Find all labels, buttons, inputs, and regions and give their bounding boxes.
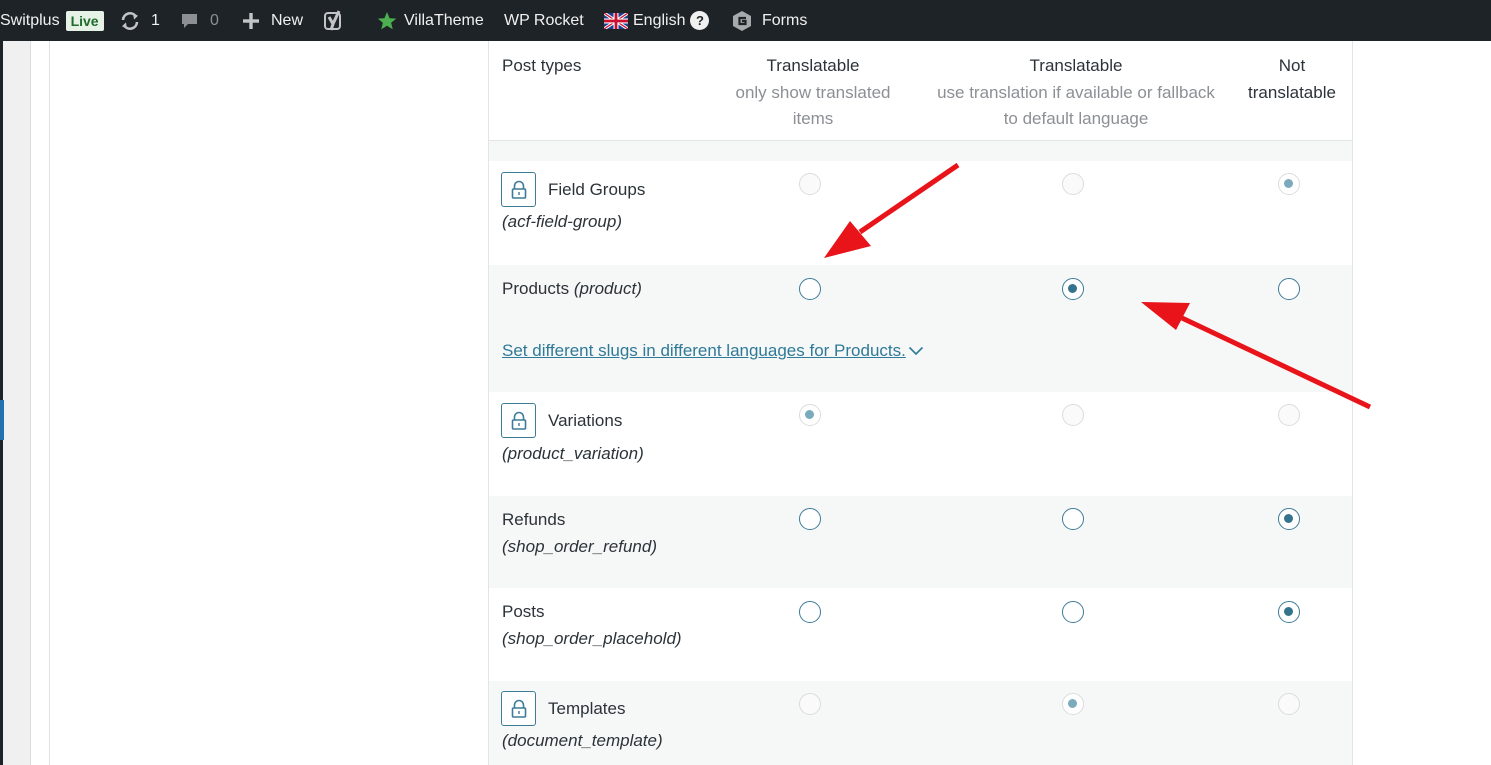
post-type-name: Templates <box>548 699 626 718</box>
slug-translation-link[interactable]: Set different slugs in different languag… <box>502 341 924 361</box>
comments-count: 0 <box>210 11 219 29</box>
comment-bubble-icon <box>180 11 200 31</box>
radio-translate-fallback[interactable] <box>1062 278 1084 300</box>
translate-only-subtitle-2: items <box>792 109 834 128</box>
table-row-refunds: Refunds (shop_order_refund) <box>489 496 1352 588</box>
translate-fallback-header: Translatable use translation if availabl… <box>916 53 1236 133</box>
language-label: English <box>633 11 686 29</box>
table-row-field-groups: Field Groups (acf-field-group) <box>489 161 1352 265</box>
panel-inner-border <box>49 41 50 765</box>
comments-item[interactable]: 0 <box>180 0 219 41</box>
translate-only-header: Translatable only show translated items <box>713 53 913 133</box>
wp-rocket-label: WP Rocket <box>504 11 584 29</box>
post-type-slug: (product_variation) <box>502 444 644 463</box>
star-icon <box>377 11 397 31</box>
slug-translation-link-text[interactable]: Set different slugs in different languag… <box>502 341 906 361</box>
villatheme-item[interactable]: VillaTheme <box>377 0 484 41</box>
translate-only-subtitle-1: only show translated <box>735 82 891 102</box>
post-types-table: Post types Translatable only show transl… <box>488 41 1353 765</box>
new-content-item[interactable]: New <box>242 0 303 41</box>
admin-menu-active-edge <box>0 400 4 440</box>
post-type-slug: (shop_order_refund) <box>502 537 657 556</box>
table-row-variations: Variations (product_variation) <box>489 392 1352 496</box>
admin-bar: Switplus Live 1 0 New VillaTheme WP Rock… <box>0 0 1491 41</box>
lock-icon <box>501 691 536 726</box>
updates-item[interactable]: 1 <box>119 0 160 41</box>
radio-translate-fallback[interactable] <box>1062 508 1084 530</box>
yoast-y-icon <box>323 9 347 33</box>
villatheme-label: VillaTheme <box>404 11 484 29</box>
forms-label: Forms <box>762 11 808 29</box>
plus-icon <box>242 12 260 30</box>
updates-count: 1 <box>151 11 160 29</box>
radio-not-translatable[interactable] <box>1278 278 1300 300</box>
post-type-name: Field Groups <box>548 180 646 199</box>
forms-item[interactable]: Forms <box>731 0 807 41</box>
language-item[interactable]: English ? <box>604 0 710 41</box>
radio-translate-only[interactable] <box>799 508 821 530</box>
post-types-header: Post types <box>502 56 582 75</box>
table-row-posts: Posts (shop_order_placehold) <box>489 588 1352 681</box>
live-badge: Live <box>65 10 104 31</box>
translate-fallback-title: Translatable <box>1029 56 1123 75</box>
radio-translate-only[interactable] <box>799 278 821 300</box>
radio-not-translatable <box>1278 693 1300 715</box>
help-icon[interactable]: ? <box>690 11 710 30</box>
gravity-forms-icon <box>731 10 753 32</box>
radio-translate-only[interactable] <box>799 601 821 623</box>
wp-rocket-item[interactable]: WP Rocket <box>504 0 584 41</box>
radio-not-translatable[interactable] <box>1278 508 1300 530</box>
radio-translate-fallback <box>1062 693 1084 715</box>
radio-not-translatable <box>1278 173 1300 195</box>
radio-not-translatable[interactable] <box>1278 601 1300 623</box>
post-type-name: Refunds <box>502 510 566 529</box>
radio-translate-fallback <box>1062 404 1084 426</box>
translate-fallback-subtitle-1: use translation if available or fallback <box>937 82 1215 102</box>
chevron-down-icon <box>908 341 924 361</box>
post-type-slug: (document_template) <box>502 731 663 750</box>
post-type-name: Products (product) <box>502 279 642 299</box>
post-type-slug: (acf-field-group) <box>502 212 622 231</box>
radio-translate-only <box>799 693 821 715</box>
table-row-templates: Templates (document_template) <box>489 681 1352 765</box>
table-spacer <box>489 141 1352 161</box>
not-translatable-header: Not translatable <box>1237 53 1347 106</box>
lock-icon <box>501 403 536 438</box>
radio-not-translatable <box>1278 404 1300 426</box>
lock-icon <box>501 172 536 207</box>
post-type-name-text: Products <box>502 279 570 298</box>
post-type-slug: (product) <box>573 279 642 298</box>
site-name[interactable]: Switplus <box>0 12 60 30</box>
table-header: Post types Translatable only show transl… <box>489 41 1352 141</box>
radio-translate-only <box>799 173 821 195</box>
uk-flag-icon <box>604 12 628 29</box>
post-type-name: Variations <box>548 411 623 430</box>
table-row-products: Products (product) Set different slugs i… <box>489 265 1352 392</box>
not-translatable-line-2: translatable <box>1248 82 1336 102</box>
post-type-name: Posts <box>502 602 545 621</box>
new-label: New <box>271 11 304 29</box>
not-translatable-line-1: Not <box>1278 56 1306 75</box>
translate-only-title: Translatable <box>766 56 860 75</box>
yoast-item[interactable] <box>323 0 347 41</box>
translate-fallback-subtitle-2: to default language <box>1003 109 1149 128</box>
site-name-item[interactable]: Switplus Live <box>0 0 104 41</box>
post-type-slug: (shop_order_placehold) <box>502 629 682 648</box>
refresh-icon <box>119 11 141 31</box>
radio-translate-fallback <box>1062 173 1084 195</box>
radio-translate-only <box>799 404 821 426</box>
radio-translate-fallback[interactable] <box>1062 601 1084 623</box>
